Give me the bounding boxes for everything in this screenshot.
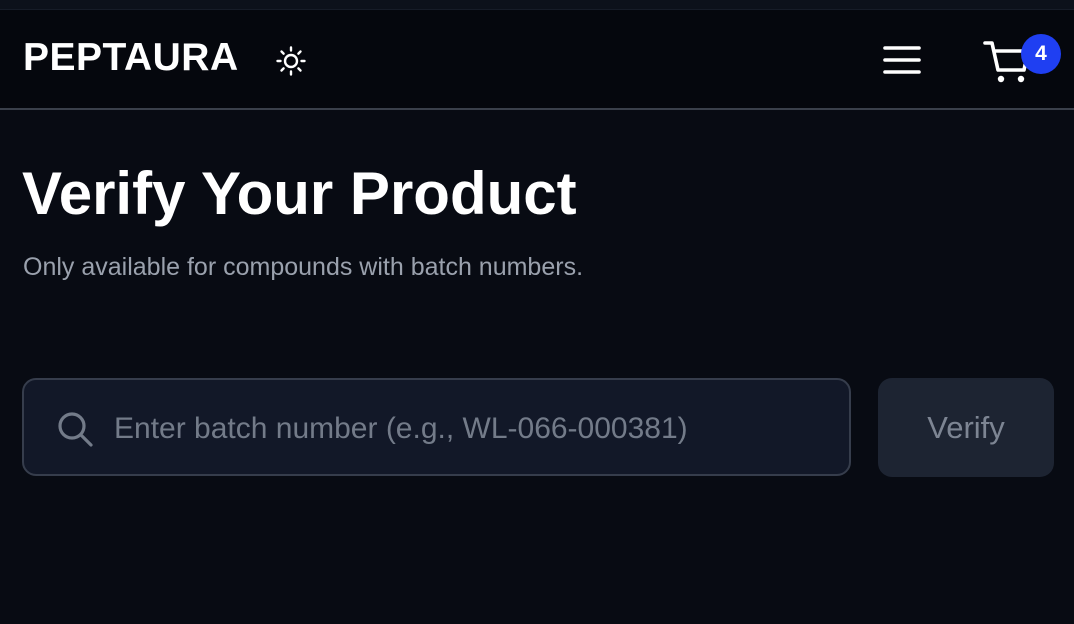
hamburger-menu-icon bbox=[883, 46, 921, 74]
page-title: Verify Your Product bbox=[22, 160, 577, 227]
site-header: PEPTAURA 4 bbox=[0, 10, 1074, 110]
sun-icon bbox=[276, 46, 306, 76]
theme-toggle-button[interactable] bbox=[272, 44, 310, 78]
page-subtitle: Only available for compounds with batch … bbox=[23, 253, 584, 281]
top-border bbox=[0, 0, 1074, 10]
batch-number-input[interactable] bbox=[112, 400, 836, 458]
menu-button[interactable] bbox=[878, 40, 926, 80]
verify-button[interactable]: Verify bbox=[878, 378, 1054, 477]
cart-button[interactable]: 4 bbox=[978, 32, 1061, 88]
batch-search-field[interactable] bbox=[22, 378, 851, 476]
search-icon bbox=[58, 412, 93, 447]
brand-logo[interactable]: PEPTAURA bbox=[23, 38, 239, 78]
cart-count-badge: 4 bbox=[1021, 34, 1061, 74]
